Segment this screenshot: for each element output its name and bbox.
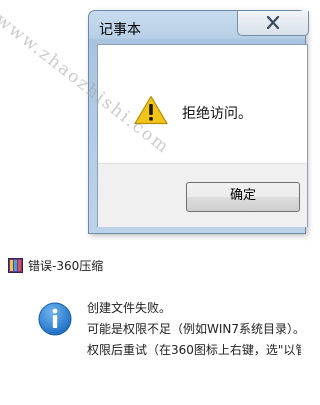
dialog-client: 拒绝访问。 确定 — [97, 44, 308, 227]
error-line: 权限后重试（在360图标上右键，选"以管 — [87, 343, 301, 357]
ok-button[interactable]: 确定 — [186, 182, 300, 212]
close-icon — [266, 16, 280, 29]
button-strip: 确定 — [98, 163, 307, 227]
error-message: 创建文件失败。 可能是权限不足（例如WIN7系统目录）。 权限后重试（在360图… — [87, 298, 301, 361]
dialog-title: 记事本 — [99, 22, 141, 38]
dialog-message: 拒绝访问。 — [182, 106, 252, 122]
info-icon — [38, 302, 72, 336]
error-line: 创建文件失败。 — [87, 301, 172, 315]
error-dialog: 错误-360压缩 创建文件失败。 可能是权限不足（例如WIN7系统目录）。 权限… — [0, 240, 301, 405]
close-button[interactable] — [237, 11, 309, 36]
notepad-area: 记事本 拒绝访问。 确定 www.zhaozhishi.com — [0, 0, 309, 240]
archive-app-icon — [8, 258, 23, 273]
error-title: 错误-360压缩 — [28, 259, 104, 273]
error-line: 可能是权限不足（例如WIN7系统目录）。 — [87, 322, 301, 336]
